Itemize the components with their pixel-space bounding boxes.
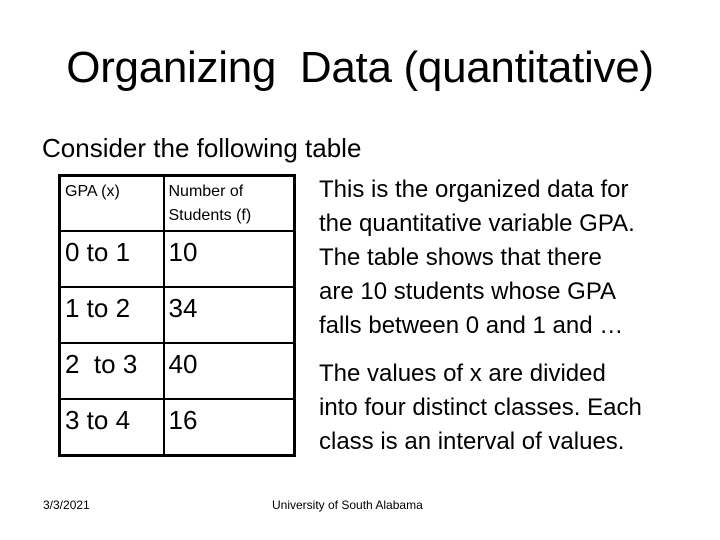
slide-title: Organizing Data (quantitative) <box>66 43 654 92</box>
description-line: falls between 0 and 1 and … <box>319 312 624 339</box>
description-line: are 10 students whose GPA <box>319 278 617 305</box>
table-header-row: GPA (x) Number of Students (f) <box>58 174 296 232</box>
header-gpa: GPA (x) <box>58 174 165 232</box>
gpa-frequency-table: GPA (x) Number of Students (f) 0 to 1 10… <box>58 174 296 457</box>
description-paragraph-2: The values of x are divided into four di… <box>319 357 642 459</box>
footer-date: 3/3/2021 <box>43 498 90 512</box>
header-count: Number of Students (f) <box>162 174 296 232</box>
cell-gpa: 0 to 1 <box>58 230 165 288</box>
footer-organization: University of South Alabama <box>272 498 423 512</box>
intro-text: Consider the following table <box>42 133 362 163</box>
cell-gpa: 3 to 4 <box>58 398 165 457</box>
cell-count: 34 <box>162 286 296 344</box>
cell-count: 40 <box>162 342 296 400</box>
description-line: into four distinct classes. Each <box>319 394 642 421</box>
table-row: 1 to 2 34 <box>58 286 296 344</box>
description-line: This is the organized data for <box>319 176 629 203</box>
description-line: The values of x are divided <box>319 360 606 387</box>
description-line: the quantitative variable GPA. <box>319 210 635 237</box>
cell-count: 10 <box>162 230 296 288</box>
description-line: The table shows that there <box>319 244 602 271</box>
cell-count: 16 <box>162 398 296 457</box>
cell-gpa: 2 to 3 <box>58 342 165 400</box>
description-line: class is an interval of values. <box>319 428 625 455</box>
table-row: 3 to 4 16 <box>58 398 296 457</box>
cell-gpa: 1 to 2 <box>58 286 165 344</box>
table-row: 2 to 3 40 <box>58 342 296 400</box>
description-paragraph-1: This is the organized data for the quant… <box>319 173 635 343</box>
table-row: 0 to 1 10 <box>58 230 296 288</box>
